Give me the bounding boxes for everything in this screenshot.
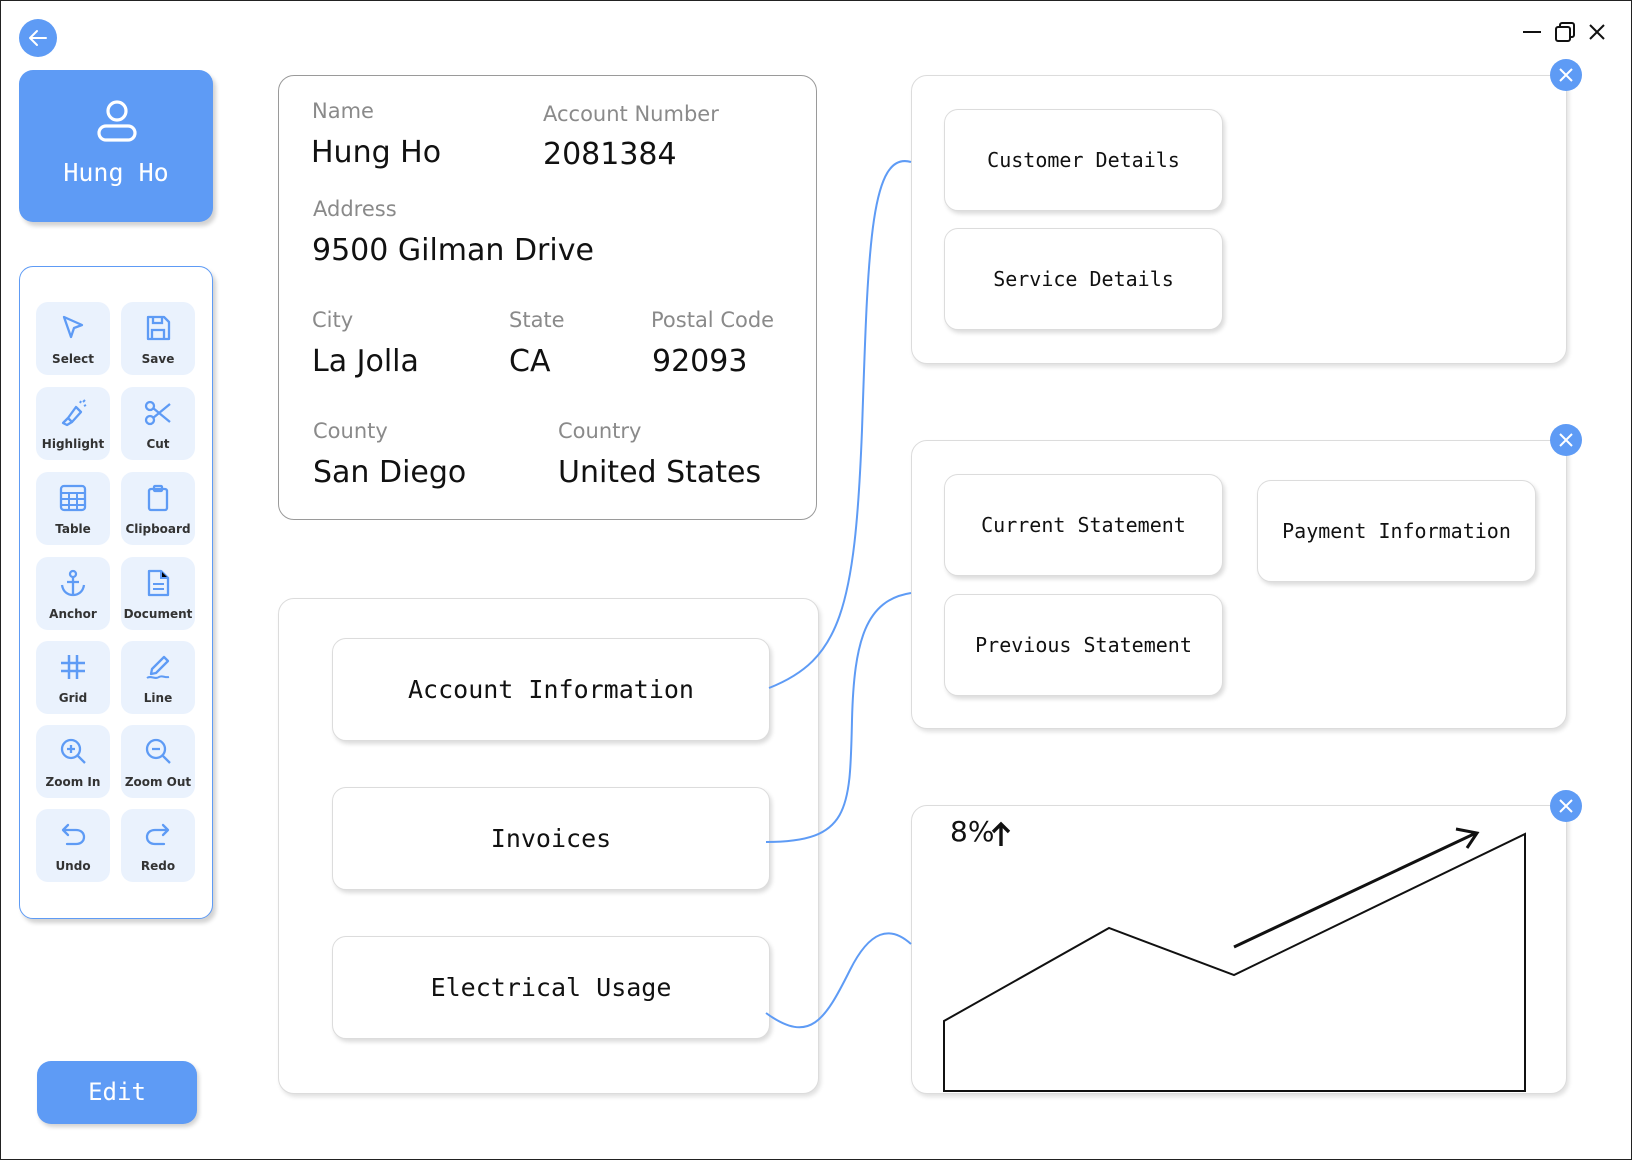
usage-trend-graphic xyxy=(943,827,1526,1092)
trend-arrow-line xyxy=(1233,831,1477,949)
usage-area-shape xyxy=(943,832,1526,1092)
